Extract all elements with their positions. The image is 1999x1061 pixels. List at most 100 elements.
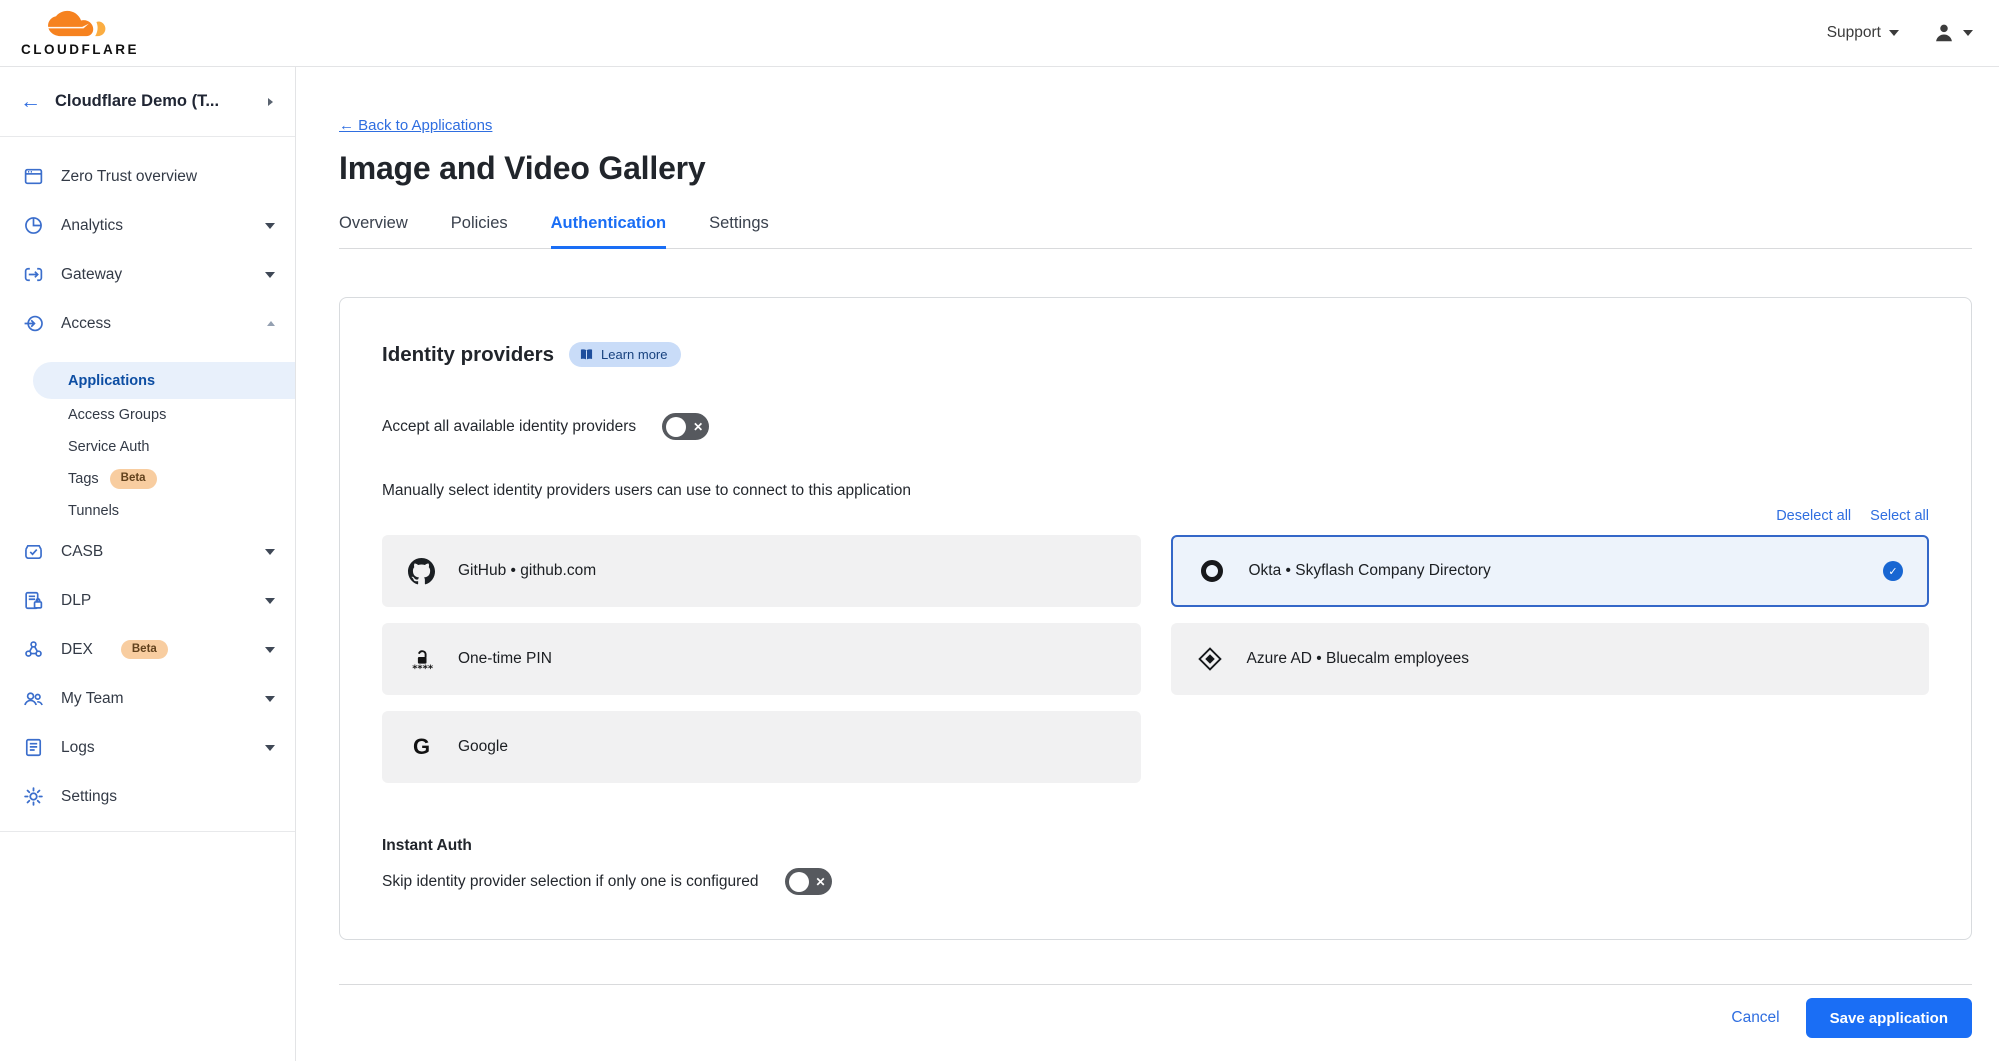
google-icon: G xyxy=(408,736,435,758)
sidebar-item-dlp[interactable]: DLP xyxy=(0,576,295,625)
save-application-button[interactable]: Save application xyxy=(1806,998,1972,1038)
provider-name: Google xyxy=(458,738,508,756)
tab-authentication[interactable]: Authentication xyxy=(551,214,667,249)
chevron-down-icon xyxy=(265,272,275,278)
identity-providers-card: Identity providers Learn more Accept all… xyxy=(339,297,1972,940)
sidebar-item-analytics[interactable]: Analytics xyxy=(0,201,295,250)
footer-actions: Cancel Save application xyxy=(339,985,1972,1038)
sidebar-item-access[interactable]: Access xyxy=(0,299,295,348)
support-label: Support xyxy=(1827,24,1881,42)
dex-icon xyxy=(23,639,44,660)
back-to-applications-link[interactable]: ← Back to Applications xyxy=(339,117,492,134)
learn-more-badge[interactable]: Learn more xyxy=(569,342,680,367)
chevron-up-icon xyxy=(267,321,275,326)
tab-bar: Overview Policies Authentication Setting… xyxy=(339,214,1972,249)
support-menu[interactable]: Support xyxy=(1827,24,1899,42)
sidebar-item-tags[interactable]: Tags Beta xyxy=(0,463,295,495)
analytics-pie-icon xyxy=(23,215,44,236)
cloudflare-logo[interactable]: CLOUDFLARE xyxy=(14,9,146,57)
selected-check-icon: ✓ xyxy=(1883,561,1903,581)
sidebar-item-casb[interactable]: CASB xyxy=(0,527,295,576)
topbar: CLOUDFLARE Support xyxy=(0,0,1999,67)
cloudflare-wordmark: CLOUDFLARE xyxy=(21,42,139,57)
logs-icon xyxy=(23,737,44,758)
team-icon xyxy=(23,688,44,709)
user-menu[interactable] xyxy=(1933,22,1973,44)
account-name: Cloudflare Demo (T... xyxy=(55,92,254,111)
sidebar-divider xyxy=(0,831,295,832)
one-time-pin-icon: **** xyxy=(408,646,435,673)
dlp-icon xyxy=(23,590,44,611)
chevron-down-icon xyxy=(265,745,275,751)
cancel-button[interactable]: Cancel xyxy=(1731,1009,1779,1027)
instant-auth-toggle[interactable]: ✕ xyxy=(785,868,832,895)
deselect-all-link[interactable]: Deselect all xyxy=(1776,508,1851,524)
user-icon xyxy=(1933,22,1955,44)
provider-tile-google[interactable]: G Google xyxy=(382,711,1141,783)
provider-name: One-time PIN xyxy=(458,650,552,668)
main-content: ← Back to Applications Image and Video G… xyxy=(296,67,1999,1061)
sidebar-item-tunnels[interactable]: Tunnels xyxy=(0,495,295,527)
provider-name: Azure AD • Bluecalm employees xyxy=(1247,650,1470,668)
accept-all-label: Accept all available identity providers xyxy=(382,418,636,436)
manual-select-text: Manually select identity providers users… xyxy=(382,482,1929,500)
provider-tile-azure-ad[interactable]: Azure AD • Bluecalm employees xyxy=(1171,623,1930,695)
beta-badge: Beta xyxy=(121,640,168,660)
tab-overview[interactable]: Overview xyxy=(339,214,408,249)
chevron-down-icon xyxy=(265,549,275,555)
chevron-right-icon[interactable] xyxy=(268,98,273,106)
sidebar-item-zero-trust-overview[interactable]: Zero Trust overview xyxy=(0,152,295,201)
provider-name: GitHub • github.com xyxy=(458,562,596,580)
sidebar-item-settings[interactable]: Settings xyxy=(0,772,295,821)
access-icon xyxy=(23,313,44,334)
chevron-down-icon xyxy=(265,598,275,604)
sidebar-item-access-groups[interactable]: Access Groups xyxy=(0,399,295,431)
svg-text:****: **** xyxy=(412,663,434,673)
instant-auth-label: Skip identity provider selection if only… xyxy=(382,873,759,891)
chevron-down-icon xyxy=(1889,30,1899,36)
select-all-link[interactable]: Select all xyxy=(1870,508,1929,524)
page-title: Image and Video Gallery xyxy=(339,150,1972,187)
topbar-right: Support xyxy=(1827,22,1973,44)
chevron-down-icon xyxy=(1963,30,1973,36)
book-icon xyxy=(579,348,594,361)
identity-providers-heading: Identity providers xyxy=(382,343,554,367)
casb-icon xyxy=(23,541,44,562)
beta-badge: Beta xyxy=(110,469,157,489)
tab-settings[interactable]: Settings xyxy=(709,214,769,249)
sidebar: ← Cloudflare Demo (T... Zero Trust overv… xyxy=(0,67,296,1061)
github-icon xyxy=(408,558,435,585)
sidebar-nav: Zero Trust overview Analytics xyxy=(0,137,295,832)
toggle-knob xyxy=(666,417,686,437)
tab-policies[interactable]: Policies xyxy=(451,214,508,249)
provider-grid: GitHub • github.com **** One-time PIN xyxy=(382,535,1929,783)
learn-more-label: Learn more xyxy=(601,347,667,362)
chevron-down-icon xyxy=(265,223,275,229)
azure-ad-icon xyxy=(1197,646,1224,672)
back-icon[interactable]: ← xyxy=(20,91,41,112)
instant-auth-heading: Instant Auth xyxy=(382,837,1929,855)
overview-window-icon xyxy=(23,166,44,187)
cloudflare-cloud-icon xyxy=(41,9,119,41)
gateway-icon xyxy=(23,264,44,285)
sidebar-item-my-team[interactable]: My Team xyxy=(0,674,295,723)
sidebar-item-applications[interactable]: Applications xyxy=(33,362,295,399)
toggle-off-x-icon: ✕ xyxy=(693,421,703,433)
chevron-down-icon xyxy=(265,647,275,653)
gear-icon xyxy=(23,786,44,807)
provider-tile-github[interactable]: GitHub • github.com xyxy=(382,535,1141,607)
sidebar-item-dex[interactable]: DEX Beta xyxy=(0,625,295,674)
chevron-down-icon xyxy=(265,696,275,702)
sidebar-item-gateway[interactable]: Gateway xyxy=(0,250,295,299)
provider-name: Okta • Skyflash Company Directory xyxy=(1249,562,1491,580)
account-switcher[interactable]: ← Cloudflare Demo (T... xyxy=(0,67,295,137)
provider-tile-okta[interactable]: Okta • Skyflash Company Directory ✓ xyxy=(1171,535,1930,607)
toggle-knob xyxy=(789,872,809,892)
accept-all-toggle[interactable]: ✕ xyxy=(662,413,709,440)
sidebar-item-service-auth[interactable]: Service Auth xyxy=(0,431,295,463)
cloudflare-zero-trust-dashboard: CLOUDFLARE Support ← Cloudflare Demo (T.… xyxy=(0,0,1999,1061)
okta-icon xyxy=(1199,560,1226,582)
toggle-off-x-icon: ✕ xyxy=(815,876,825,888)
sidebar-item-logs[interactable]: Logs xyxy=(0,723,295,772)
provider-tile-one-time-pin[interactable]: **** One-time PIN xyxy=(382,623,1141,695)
